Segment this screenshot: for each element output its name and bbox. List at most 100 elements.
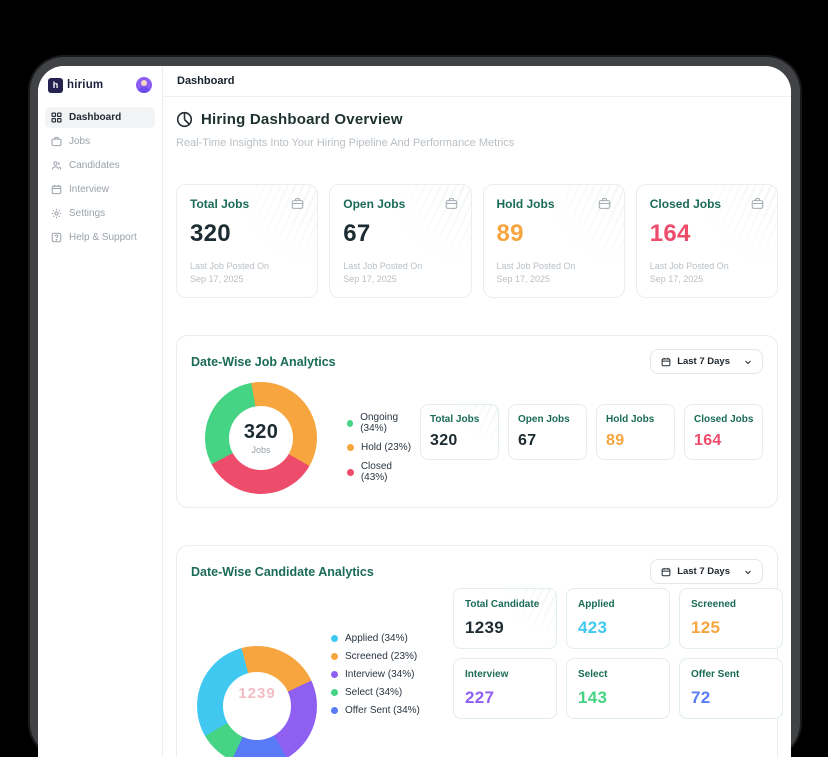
sidebar-item-settings[interactable]: Settings: [45, 203, 155, 224]
legend-item: Hold (23%): [347, 442, 420, 453]
briefcase-icon: [51, 136, 62, 147]
job-donut-center-value: 320: [244, 421, 278, 444]
briefcase-icon: [751, 197, 764, 210]
mini-card-open-jobs: Open Jobs 67: [508, 404, 587, 460]
stat-title: Total Jobs: [190, 197, 249, 211]
calendar-icon: [661, 567, 671, 577]
briefcase-icon: [291, 197, 304, 210]
legend-item: Offer Sent (34%): [331, 705, 420, 716]
stat-title: Open Jobs: [343, 197, 405, 211]
legend-item: Applied (34%): [331, 633, 420, 644]
legend-item: Select (34%): [331, 687, 420, 698]
stat-value: 67: [343, 220, 457, 248]
mini-card-total-candidate: Total Candidate 1239: [453, 588, 557, 649]
stat-footer: Last Job Posted On Sep 17, 2025: [343, 260, 457, 285]
job-analytics-panel: Date-Wise Job Analytics Last 7 Days 320 …: [176, 335, 778, 508]
sidebar-item-label: Interview: [69, 184, 109, 195]
briefcase-icon: [445, 197, 458, 210]
chevron-down-icon: [744, 358, 752, 366]
legend-dot: [347, 420, 353, 427]
legend-item: Interview (34%): [331, 669, 420, 680]
dashboard-grid-icon: [51, 112, 62, 123]
candidate-mini-cards: Total Candidate 1239 Applied 423 Screene…: [453, 588, 783, 719]
logo: h hirium: [45, 75, 155, 103]
sidebar-item-candidates[interactable]: Candidates: [45, 155, 155, 176]
legend-dot: [347, 444, 354, 451]
stat-card-row: Total Jobs 320 Last Job Posted On Sep 17…: [176, 184, 778, 298]
logo-icon: h: [48, 78, 63, 93]
stat-footer: Last Job Posted On Sep 17, 2025: [190, 260, 304, 285]
app-screen: h hirium Dashboard Jobs Candidates: [38, 66, 791, 757]
job-legend: Ongoing (34%) Hold (23%) Closed (43%): [347, 412, 420, 483]
candidate-legend: Applied (34%) Screened (23%) Interview (…: [331, 633, 420, 716]
candidate-donut-chart: 1239: [197, 646, 317, 757]
candidate-analytics-date-filter[interactable]: Last 7 Days: [650, 559, 763, 584]
mini-card-closed-jobs: Closed Jobs 164: [684, 404, 763, 460]
help-icon: [51, 232, 62, 243]
candidate-donut-center-value: 1239: [238, 685, 275, 702]
legend-dot: [331, 671, 338, 678]
sidebar-item-label: Dashboard: [69, 112, 121, 123]
legend-dot: [331, 653, 338, 660]
calendar-icon: [51, 184, 62, 195]
sidebar-menu: Dashboard Jobs Candidates Interview Sett…: [45, 107, 155, 248]
sidebar-item-interview[interactable]: Interview: [45, 179, 155, 200]
candidate-analytics-title: Date-Wise Candidate Analytics: [191, 565, 374, 579]
legend-item: Closed (43%): [347, 461, 420, 483]
stat-title: Closed Jobs: [650, 197, 721, 211]
content: Hiring Dashboard Overview Real-Time Insi…: [163, 97, 791, 757]
job-mini-cards: Total Jobs 320 Open Jobs 67 Hold Jobs 89: [420, 404, 763, 460]
stat-card-open-jobs: Open Jobs 67 Last Job Posted On Sep 17, …: [329, 184, 471, 298]
mini-card-interview: Interview 227: [453, 658, 557, 719]
stat-card-hold-jobs: Hold Jobs 89 Last Job Posted On Sep 17, …: [483, 184, 625, 298]
legend-dot: [331, 635, 338, 642]
stat-footer: Last Job Posted On Sep 17, 2025: [650, 260, 764, 285]
legend-item: Ongoing (34%): [347, 412, 420, 434]
user-avatar[interactable]: [136, 77, 152, 93]
page-title: Dashboard: [177, 75, 234, 87]
briefcase-icon: [598, 197, 611, 210]
stat-value: 320: [190, 220, 304, 248]
gear-icon: [51, 208, 62, 219]
job-donut-chart: 320 Jobs: [205, 382, 317, 494]
overview-title: Hiring Dashboard Overview: [201, 111, 403, 128]
mini-card-screened: Screened 125: [679, 588, 783, 649]
legend-dot: [331, 707, 338, 714]
sidebar-item-help[interactable]: Help & Support: [45, 227, 155, 248]
sidebar-item-jobs[interactable]: Jobs: [45, 131, 155, 152]
sidebar-item-label: Settings: [69, 208, 105, 219]
job-analytics-title: Date-Wise Job Analytics: [191, 355, 336, 369]
stat-value: 164: [650, 220, 764, 248]
stat-footer: Last Job Posted On Sep 17, 2025: [497, 260, 611, 285]
sidebar-item-label: Jobs: [69, 136, 90, 147]
mini-card-applied: Applied 423: [566, 588, 670, 649]
topbar: Dashboard: [163, 66, 791, 97]
job-donut-center-label: Jobs: [251, 445, 270, 455]
logo-text: hirium: [67, 79, 103, 91]
candidate-chart-block: 1239 Applied (34%) Screened: [191, 588, 453, 757]
stat-card-closed-jobs: Closed Jobs 164 Last Job Posted On Sep 1…: [636, 184, 778, 298]
sidebar-item-label: Help & Support: [69, 232, 137, 243]
legend-dot: [347, 469, 354, 476]
sidebar-item-dashboard[interactable]: Dashboard: [45, 107, 155, 128]
sidebar: h hirium Dashboard Jobs Candidates: [38, 66, 163, 757]
main-area: Dashboard Hiring Dashboard Overview Real…: [163, 66, 791, 757]
pie-chart-icon: [176, 111, 193, 128]
job-analytics-date-filter[interactable]: Last 7 Days: [650, 349, 763, 374]
legend-item: Screened (23%): [331, 651, 420, 662]
stat-title: Hold Jobs: [497, 197, 555, 211]
mini-card-total-jobs: Total Jobs 320: [420, 404, 499, 460]
device-frame: h hirium Dashboard Jobs Candidates: [30, 57, 800, 757]
chevron-down-icon: [744, 568, 752, 576]
calendar-icon: [661, 357, 671, 367]
overview-header: Hiring Dashboard Overview: [176, 111, 778, 128]
candidate-analytics-panel: Date-Wise Candidate Analytics Last 7 Day…: [176, 545, 778, 757]
users-icon: [51, 160, 62, 171]
overview-subtitle: Real-Time Insights Into Your Hiring Pipe…: [176, 137, 778, 149]
legend-dot: [331, 689, 338, 696]
mini-card-hold-jobs: Hold Jobs 89: [596, 404, 675, 460]
mini-card-offer-sent: Offer Sent 72: [679, 658, 783, 719]
stat-card-total-jobs: Total Jobs 320 Last Job Posted On Sep 17…: [176, 184, 318, 298]
sidebar-item-label: Candidates: [69, 160, 120, 171]
stat-value: 89: [497, 220, 611, 248]
